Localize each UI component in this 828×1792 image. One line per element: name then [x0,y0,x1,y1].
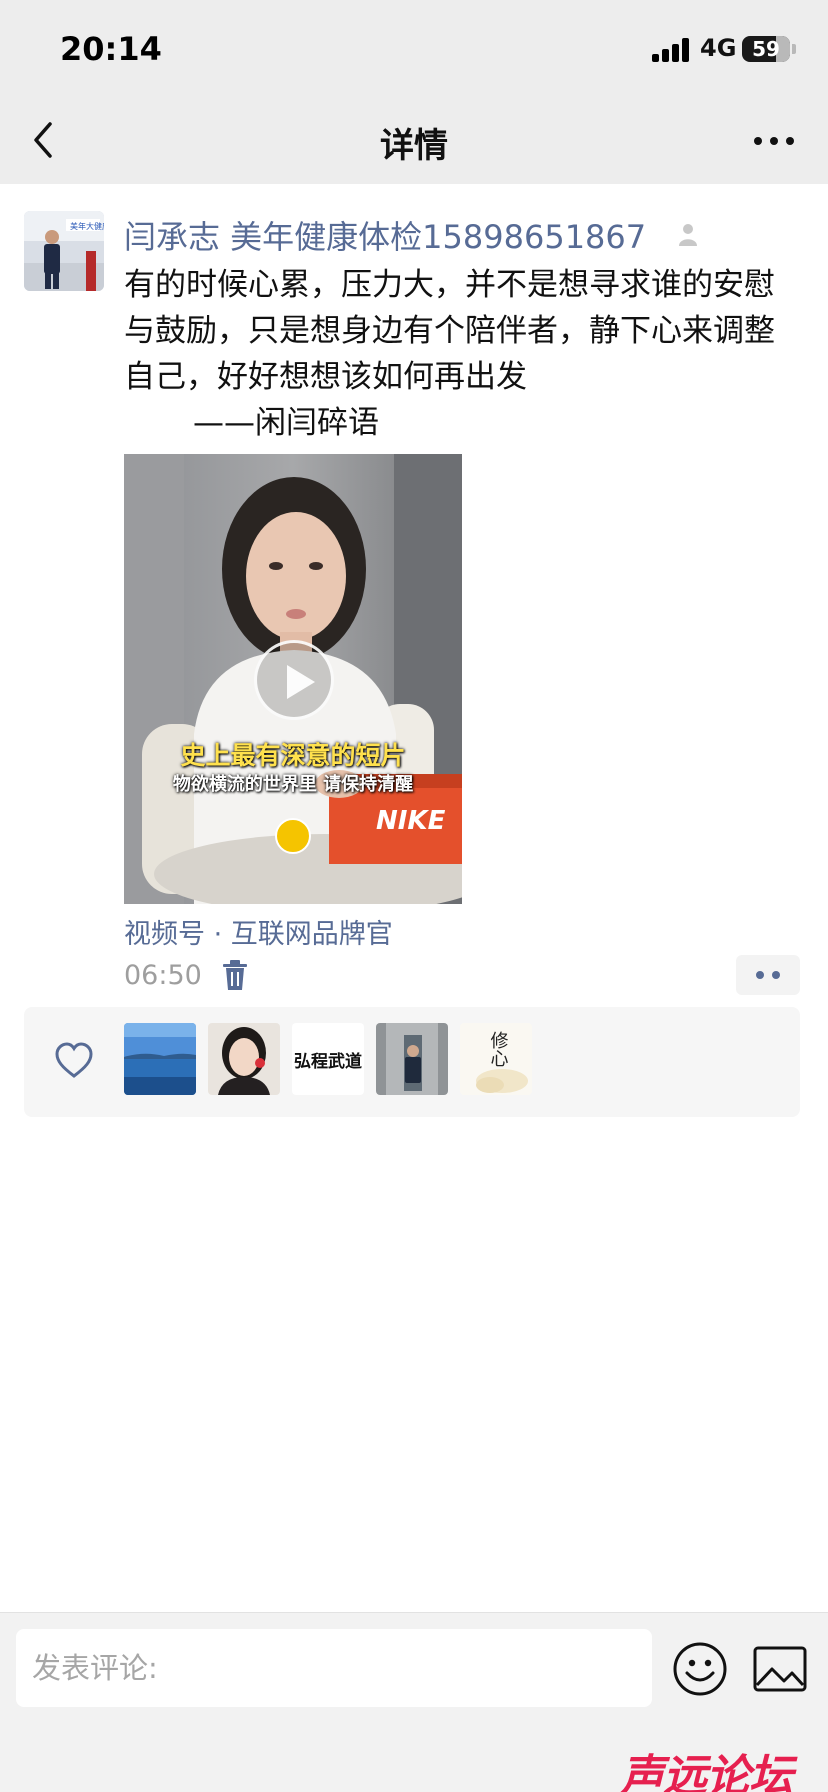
status-bar: 20:14 4G 59 [0,0,828,96]
battery-tip [792,44,796,54]
like-avatar-calligraphy[interactable]: 弘程武道 [292,1023,364,1095]
battery-level: 59 [752,37,780,61]
calligraphy-text: 弘程武道 [294,1051,362,1072]
image-icon[interactable] [752,1645,808,1693]
xiuxin-text: 修心 [488,1031,509,1067]
channel-logo-icon [275,818,311,854]
likes-panel: 弘程武道 修心 [24,1007,800,1117]
trash-icon[interactable] [220,958,250,992]
play-icon[interactable] [254,640,334,720]
like-avatar-woman[interactable] [208,1023,280,1095]
more-options-button[interactable] [746,118,802,162]
author-avatar[interactable]: 美年大健康 [24,211,104,291]
svg-text:美年大健康: 美年大健康 [70,221,104,231]
status-time: 20:14 [60,30,162,68]
moments-detail-page: 20:14 4G 59 详情 美年大健康 [0,0,828,1792]
cellular-signal-icon [652,38,692,62]
video-caption-sub: 物欲横流的世界里 请保持清醒 [172,774,414,795]
comment-input[interactable] [16,1629,652,1707]
like-avatar-man[interactable] [376,1023,448,1095]
video-thumbnail[interactable]: NIKE 史上最有深意的短片 物欲横流的世界里 请保持清醒 [124,454,462,904]
video-channel-link[interactable]: 视频号 · 互联网品牌官 [124,912,393,951]
like-avatar-lake[interactable] [124,1023,196,1095]
emoji-icon[interactable] [672,1641,728,1697]
battery-icon: 59 [742,36,790,62]
shoebox-brand: NIKE [376,806,446,836]
author-name-link[interactable]: 闫承志 美年健康体检15898651867 [124,212,646,256]
like-avatar-xiuxin[interactable]: 修心 [460,1023,532,1095]
site-watermark: 声远论坛 [620,1751,793,1792]
navigation-bar: 详情 [0,96,828,184]
network-type: 4G [700,34,737,62]
like-comment-button[interactable] [736,955,800,995]
page-title: 详情 [380,126,448,166]
post-timestamp: 06:50 [124,960,202,991]
person-icon [679,224,697,246]
video-caption-main: 史上最有深意的短片 [180,741,406,770]
heart-icon [55,1042,93,1078]
post-content: 有的时候心累，压力大，并不是想寻求谁的安慰与鼓励，只是想身边有个陪伴者，静下心来… [124,267,775,441]
